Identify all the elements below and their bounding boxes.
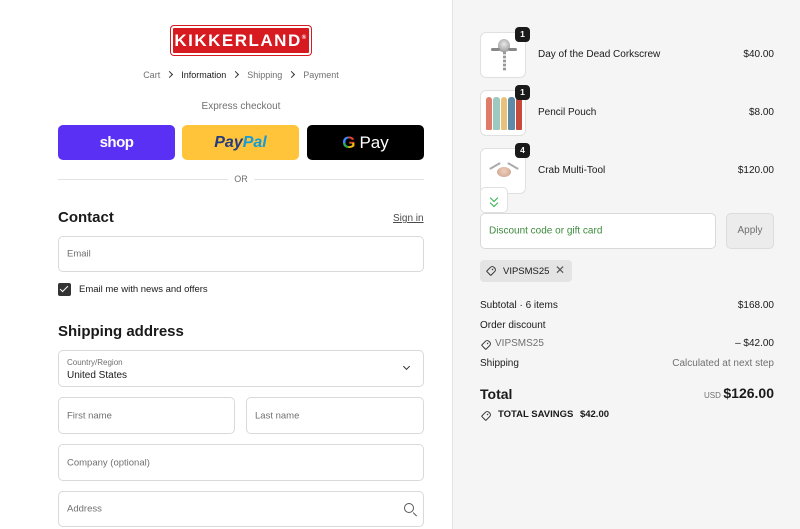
savings-value: $42.00	[579, 409, 610, 420]
checkout-form-panel: KIKKERLAND® Cart Information Shipping Payme…	[0, 0, 452, 529]
express-checkout-label: Express checkout	[201, 101, 281, 112]
paypal-button[interactable]: Pay Pal	[182, 125, 299, 160]
total-savings: TOTAL SAVINGS $42.00	[480, 409, 610, 422]
subtotal-value: $168.00	[737, 300, 774, 311]
last-name-field[interactable]: Last name	[246, 397, 424, 434]
item-name: Day of the Dead Corkscrew	[538, 49, 661, 60]
shop-pay-button[interactable]: shop	[58, 125, 175, 160]
kikkerland-logo[interactable]: KIKKERLAND®	[171, 26, 311, 55]
quantity-badge: 4	[515, 143, 530, 158]
email-field[interactable]: Email	[58, 236, 424, 272]
chevron-right-icon	[166, 71, 174, 79]
tag-icon	[485, 264, 498, 277]
breadcrumb-shipping: Shipping	[247, 69, 283, 80]
company-placeholder: Company (optional)	[67, 457, 150, 468]
cart-item: 1 Day of the Dead Corkscrew $40.00	[480, 27, 774, 78]
quantity-badge: 1	[515, 85, 530, 100]
applied-discount-chip: VIPSMS25 ✕	[480, 260, 572, 282]
order-discount-value: – $42.00	[735, 338, 774, 349]
last-name-placeholder: Last name	[255, 410, 300, 421]
google-g-icon: G	[342, 132, 356, 152]
paypal-logo-pay: Pay	[214, 133, 243, 151]
country-label: Country/Region	[67, 358, 123, 367]
newsletter-label: Email me with news and offers	[79, 284, 208, 295]
tag-icon	[480, 409, 493, 422]
currency-code: USD	[704, 391, 721, 400]
quantity-badge: 1	[515, 27, 530, 42]
total-label: Total	[480, 386, 513, 402]
apply-discount-button[interactable]: Apply	[726, 213, 774, 249]
shipping-value: Calculated at next step	[672, 358, 774, 369]
breadcrumb: Cart Information Shipping Payment	[0, 69, 482, 80]
google-pay-button[interactable]: G Pay	[307, 125, 424, 160]
item-name: Pencil Pouch	[538, 107, 597, 118]
cart-item: 1 Pencil Pouch $8.00	[480, 85, 774, 136]
applied-code: VIPSMS25	[503, 266, 550, 277]
discount-code-field[interactable]: Discount code or gift card	[480, 213, 716, 249]
item-name: Crab Multi-Tool	[538, 165, 606, 176]
first-name-placeholder: First name	[67, 410, 112, 421]
discount-code-text: VIPSMS25	[495, 338, 544, 349]
breadcrumb-cart[interactable]: Cart	[143, 70, 160, 80]
contact-heading: Contact	[58, 209, 114, 226]
tag-icon	[480, 338, 493, 351]
scroll-down-indicator[interactable]	[480, 187, 508, 213]
subtotal-label: Subtotal · 6 items	[480, 300, 558, 311]
discount-code-placeholder: Discount code or gift card	[489, 225, 603, 237]
breadcrumb-information: Information	[181, 69, 227, 80]
breadcrumb-payment: Payment	[303, 69, 339, 80]
item-price: $8.00	[748, 107, 774, 118]
search-icon	[404, 503, 414, 513]
chevron-right-icon	[288, 71, 296, 79]
company-field[interactable]: Company (optional)	[58, 444, 424, 481]
first-name-field[interactable]: First name	[58, 397, 235, 434]
order-discount-label: Order discount	[480, 320, 546, 331]
order-discount-code: VIPSMS25	[480, 338, 544, 351]
sign-in-link[interactable]: Sign in	[393, 213, 424, 224]
cart-item: 4 Crab Multi-Tool $120.00	[480, 143, 774, 194]
shop-pay-logo: shop	[99, 134, 134, 151]
shipping-label: Shipping	[480, 358, 519, 369]
total-value: $126.00	[723, 385, 774, 401]
chevron-down-icon	[489, 198, 499, 208]
address-field[interactable]: Address	[58, 491, 424, 527]
savings-label: TOTAL SAVINGS	[498, 409, 574, 420]
google-pay-label: Pay	[359, 132, 389, 152]
item-price: $40.00	[743, 49, 774, 60]
remove-discount-icon[interactable]: ✕	[555, 264, 565, 277]
newsletter-checkbox[interactable]	[58, 283, 71, 296]
country-select[interactable]: Country/Region United States	[58, 350, 424, 387]
chevron-down-icon	[402, 362, 411, 371]
address-placeholder: Address	[67, 503, 102, 515]
paypal-logo-pal: Pal	[242, 133, 267, 151]
email-placeholder: Email	[67, 248, 91, 260]
chevron-right-icon	[232, 71, 240, 79]
country-value: United States	[67, 370, 128, 381]
shipping-address-heading: Shipping address	[58, 323, 184, 340]
item-price: $120.00	[737, 165, 774, 176]
or-label: OR	[228, 174, 254, 184]
